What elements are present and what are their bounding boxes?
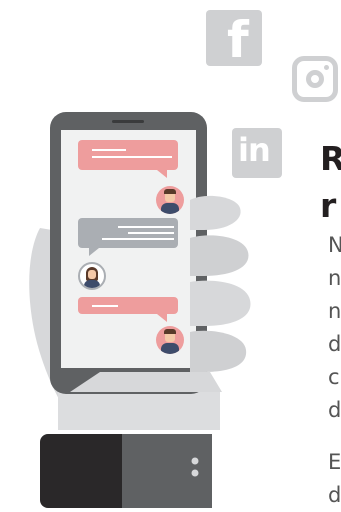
heading-line: r — [320, 186, 337, 225]
avatar-male — [156, 186, 184, 214]
body-line: n — [328, 299, 341, 323]
body-line: d — [328, 483, 341, 507]
instagram-icon[interactable] — [292, 56, 338, 102]
instagram-lens — [306, 70, 324, 88]
chat-bubble-outgoing — [78, 297, 178, 314]
chat-bubble-incoming — [78, 218, 178, 248]
chat-bubble-tail — [157, 170, 167, 178]
body-line: c — [328, 365, 340, 389]
linkedin-glyph: in — [238, 131, 271, 169]
facebook-icon[interactable]: f — [206, 10, 262, 66]
chat-screen — [61, 130, 196, 368]
body-line: d — [328, 332, 341, 356]
body-line: d — [328, 398, 341, 422]
chat-bubble-tail — [157, 314, 167, 322]
body-line: E — [328, 450, 341, 474]
body-line: N — [328, 233, 341, 257]
instagram-flash-dot — [324, 65, 329, 70]
avatar-female — [78, 262, 106, 290]
body-paragraph-2: E d — [328, 446, 341, 512]
heading-line: R — [320, 139, 341, 178]
chat-bubble-outgoing — [78, 140, 178, 170]
avatar-male — [156, 326, 184, 354]
facebook-glyph: f — [227, 11, 249, 69]
chat-bubble-tail — [89, 248, 99, 256]
linkedin-icon[interactable]: in — [232, 128, 282, 178]
body-line: n — [328, 266, 341, 290]
body-paragraph: N n n d c d — [328, 229, 341, 427]
section-heading: R r — [320, 135, 341, 229]
